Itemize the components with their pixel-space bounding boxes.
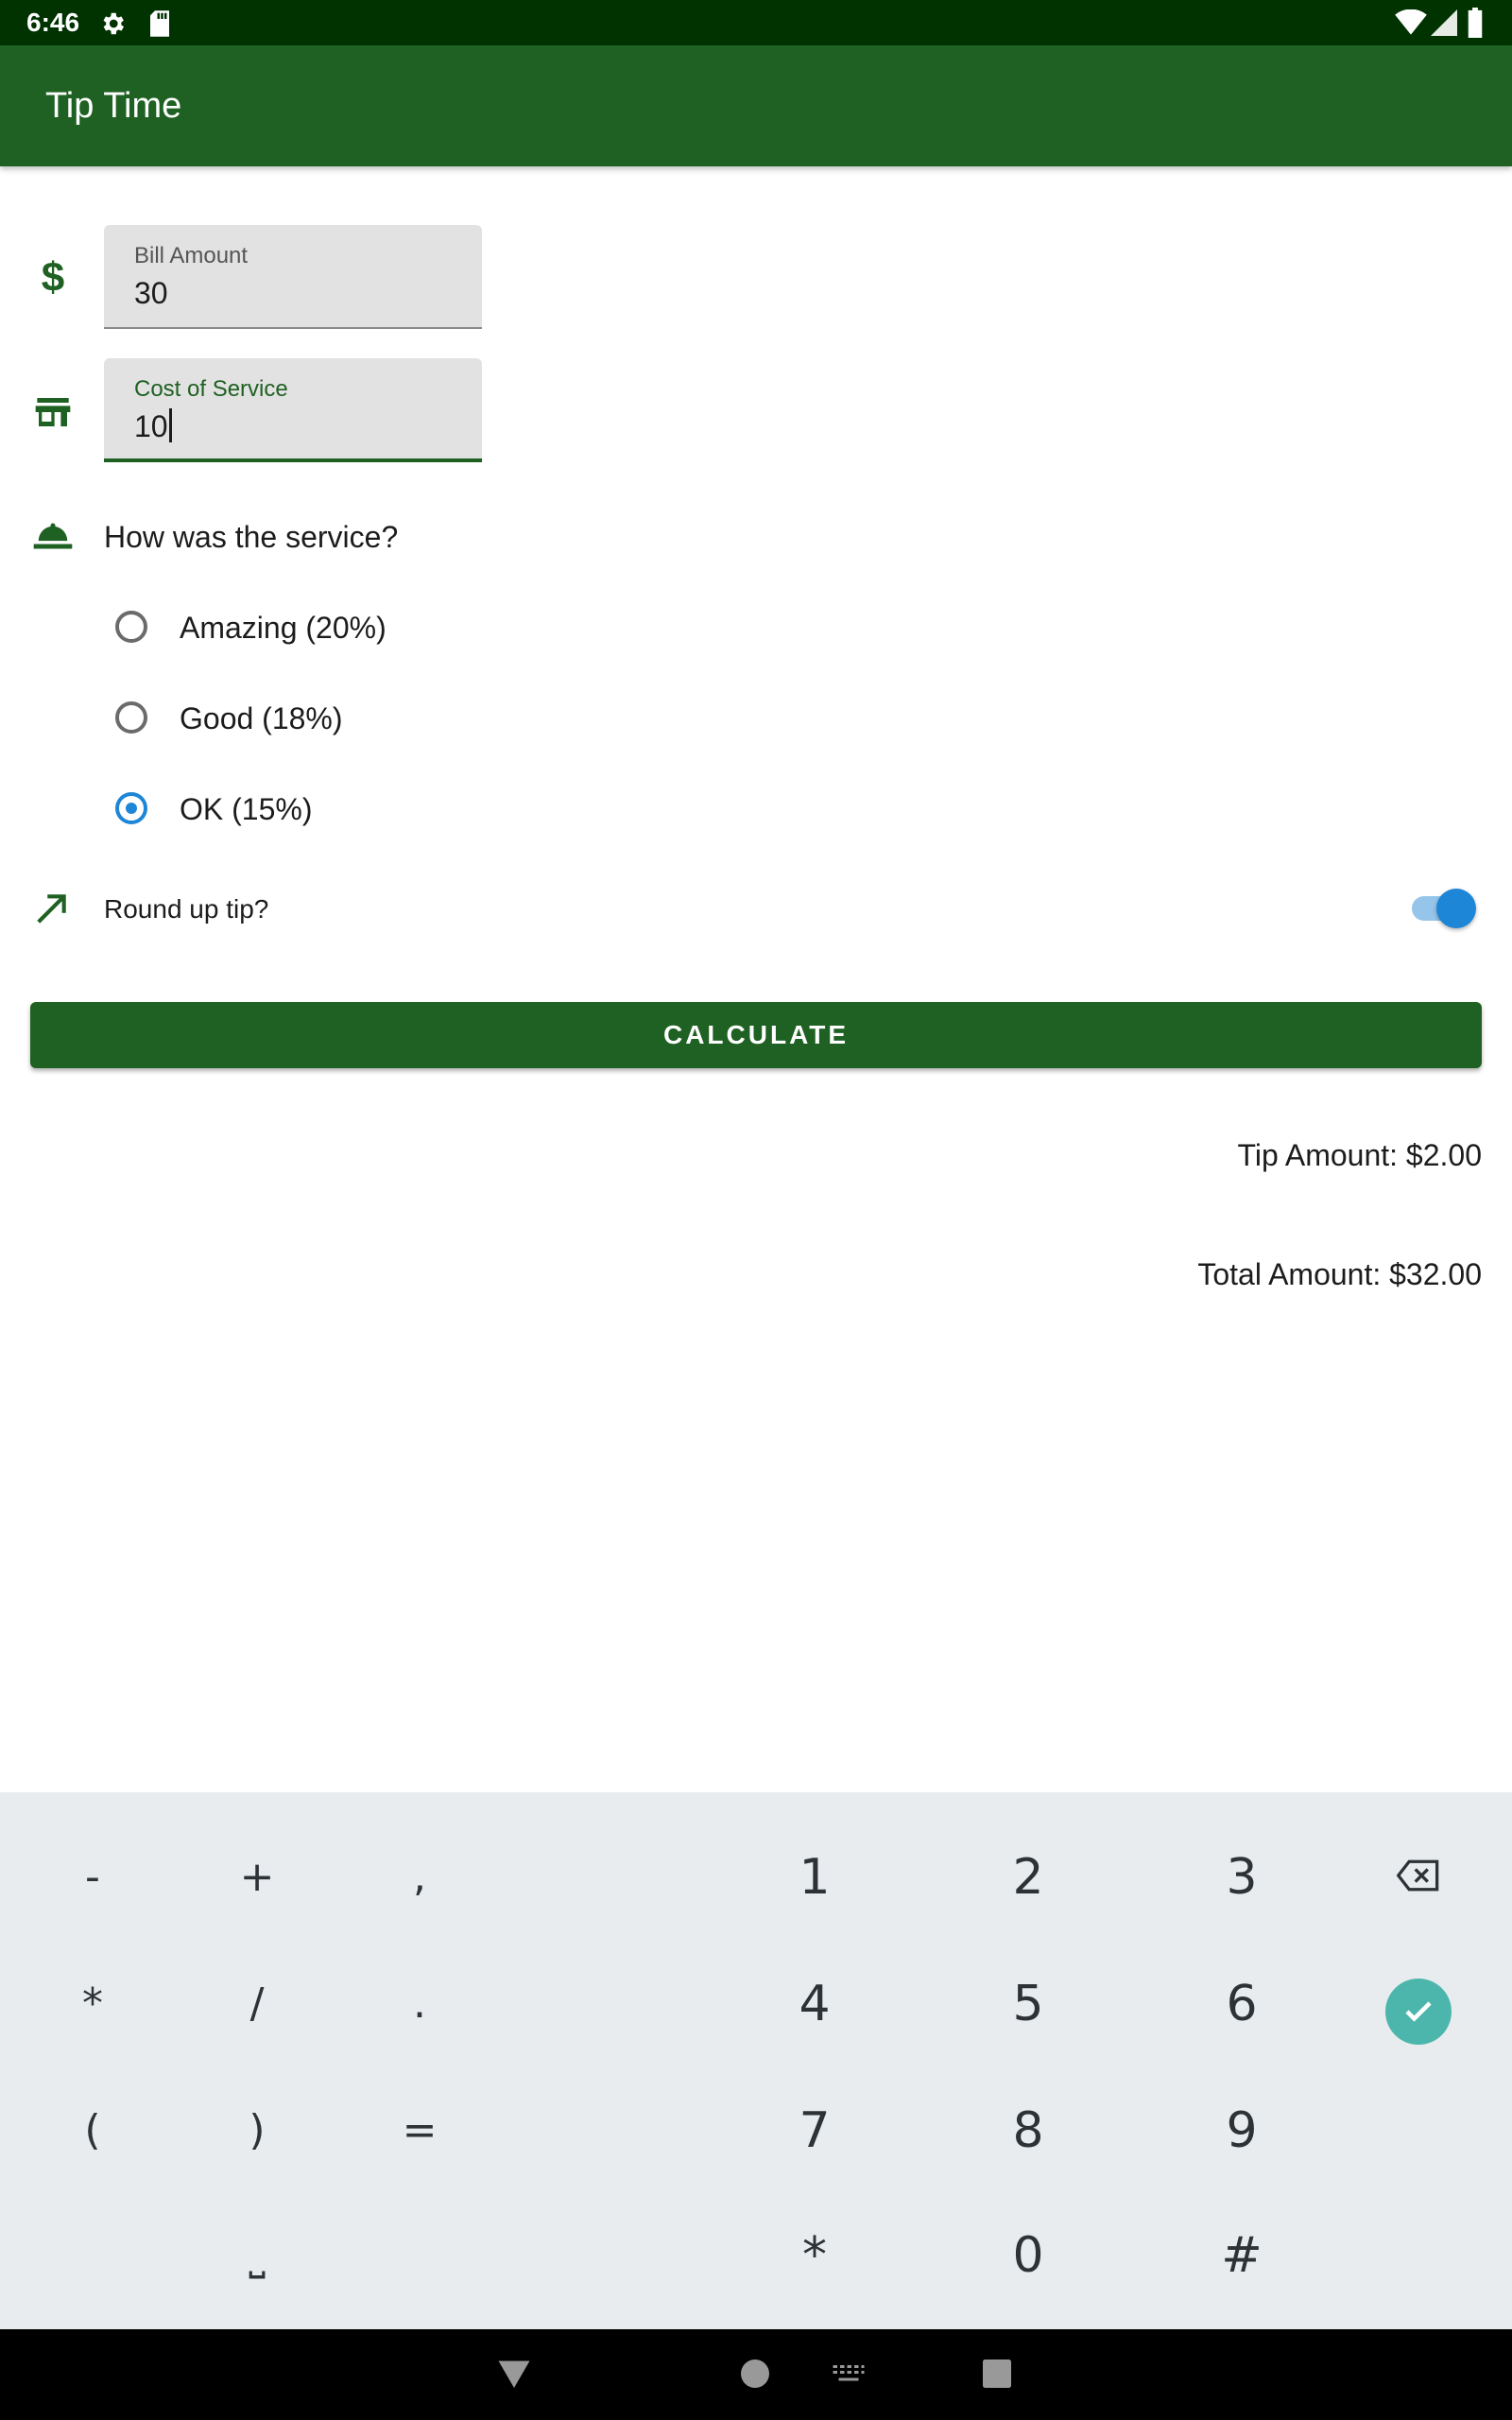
- round-up-label: Round up tip?: [104, 894, 269, 924]
- back-icon[interactable]: [497, 2358, 531, 2390]
- radio-good[interactable]: Good (18%): [112, 692, 584, 749]
- app-bar: Tip Time: [0, 45, 1512, 166]
- calculate-button[interactable]: CALCULATE: [30, 1002, 1482, 1068]
- key-6[interactable]: 6: [1185, 1957, 1298, 2051]
- key-9[interactable]: 9: [1185, 2083, 1298, 2178]
- radio-button[interactable]: [115, 701, 147, 734]
- home-icon[interactable]: [741, 2360, 769, 2388]
- service-question: How was the service?: [104, 520, 399, 554]
- radio-button[interactable]: [115, 792, 147, 824]
- backspace-icon[interactable]: [1397, 1858, 1440, 1893]
- key-5[interactable]: 5: [971, 1957, 1085, 2051]
- key-4[interactable]: 4: [758, 1957, 871, 2051]
- radio-ok[interactable]: OK (15%): [112, 783, 584, 839]
- cost-of-service-label: Cost of Service: [134, 376, 288, 402]
- svg-text:$: $: [42, 257, 64, 299]
- key-comma[interactable]: ,: [363, 1830, 476, 1925]
- tip-amount: Tip Amount: $2.00: [1237, 1138, 1482, 1172]
- keyboard-switcher-icon[interactable]: [832, 2363, 866, 2384]
- radio-amazing[interactable]: Amazing (20%): [112, 601, 584, 658]
- key-1[interactable]: 1: [758, 1830, 871, 1925]
- recents-icon[interactable]: [983, 2360, 1011, 2388]
- bill-amount-value[interactable]: 30: [134, 274, 168, 312]
- total-amount: Total Amount: $32.00: [1197, 1257, 1482, 1291]
- trending-up-icon: [37, 894, 66, 924]
- radio-button[interactable]: [115, 611, 147, 643]
- navigation-bar: [0, 2329, 1512, 2420]
- sd-card-icon: [150, 10, 169, 37]
- bill-amount-label: Bill Amount: [134, 243, 249, 268]
- status-bar: 6:46: [0, 0, 1512, 45]
- check-icon: [1405, 2001, 1432, 2022]
- key-hash[interactable]: #: [1185, 2208, 1298, 2303]
- key-period[interactable]: .: [363, 1957, 476, 2051]
- room-service-icon: [33, 523, 73, 549]
- field-underline: [104, 327, 482, 329]
- key-2[interactable]: 2: [971, 1830, 1085, 1925]
- storefront-icon: [35, 398, 71, 426]
- cost-of-service-input[interactable]: 10: [134, 407, 172, 445]
- radio-label: Amazing (20%): [180, 611, 387, 645]
- cost-of-service-value[interactable]: 10: [134, 409, 168, 443]
- key-close-paren[interactable]: ): [200, 2083, 314, 2178]
- enter-key[interactable]: [1385, 1979, 1452, 2045]
- key-asterisk[interactable]: *: [36, 1957, 149, 2051]
- radio-label: OK (15%): [180, 792, 313, 826]
- wifi-icon: [1395, 9, 1427, 35]
- key-8[interactable]: 8: [971, 2083, 1085, 2178]
- bill-amount-field[interactable]: Bill Amount 30: [104, 225, 482, 329]
- key-open-paren[interactable]: (: [36, 2083, 149, 2178]
- signal-icon: [1431, 9, 1457, 36]
- key-0[interactable]: 0: [971, 2208, 1085, 2303]
- key-7[interactable]: 7: [758, 2083, 871, 2178]
- radio-label: Good (18%): [180, 701, 343, 735]
- app-title: Tip Time: [45, 86, 182, 126]
- dollar-icon: $: [42, 257, 64, 299]
- key-slash[interactable]: /: [200, 1957, 314, 2051]
- key-minus[interactable]: -: [36, 1830, 149, 1925]
- cost-of-service-field[interactable]: Cost of Service 10: [104, 358, 482, 462]
- key-star[interactable]: *: [758, 2208, 871, 2303]
- key-plus[interactable]: +: [200, 1830, 314, 1925]
- key-equals[interactable]: =: [363, 2083, 476, 2178]
- status-time: 6:46: [26, 8, 80, 37]
- key-space[interactable]: ⎵: [200, 2208, 314, 2303]
- text-cursor: [168, 408, 172, 442]
- battery-icon: [1468, 8, 1483, 38]
- key-3[interactable]: 3: [1185, 1830, 1298, 1925]
- settings-icon: [103, 12, 124, 35]
- round-up-switch-thumb[interactable]: [1436, 889, 1476, 928]
- field-underline: [104, 458, 482, 462]
